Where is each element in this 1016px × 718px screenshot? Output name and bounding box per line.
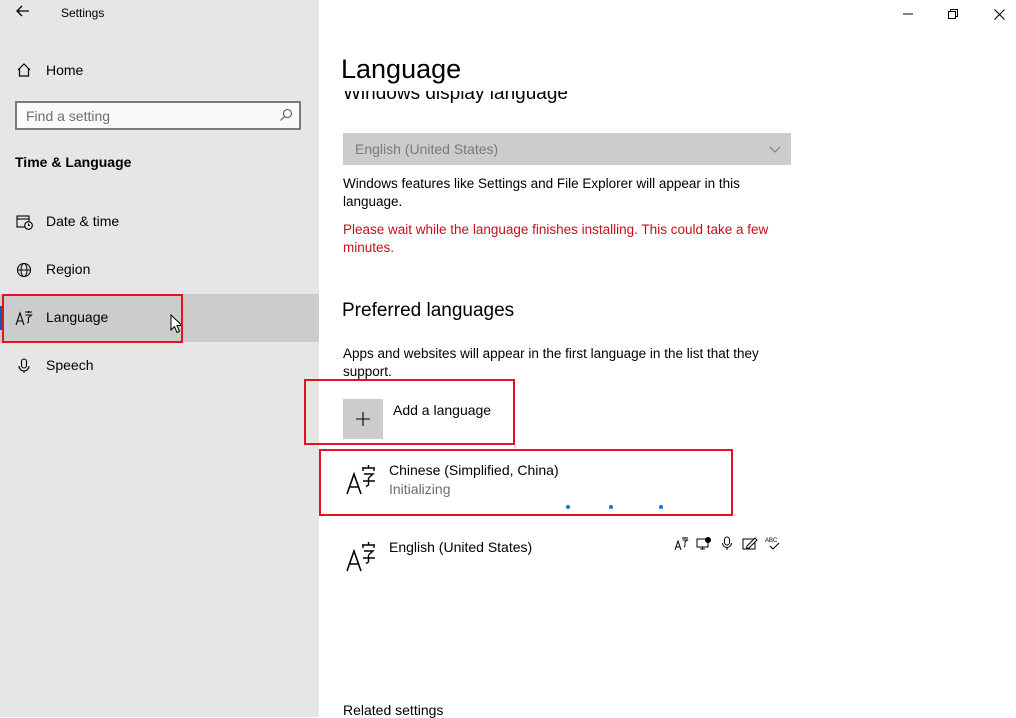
display-language-description: Windows features like Settings and File … bbox=[343, 176, 740, 209]
page-title: Language bbox=[341, 54, 462, 84]
restore-button[interactable] bbox=[930, 0, 976, 28]
display-language-heading: Windows display language bbox=[343, 91, 568, 104]
related-settings-heading: Related settings bbox=[343, 702, 444, 718]
sidebar-item-label: Date & time bbox=[46, 213, 120, 229]
progress-dot bbox=[609, 505, 613, 509]
sidebar-item-label: Region bbox=[46, 261, 91, 277]
globe-icon bbox=[15, 261, 33, 279]
add-language-button[interactable]: Add a language bbox=[343, 399, 543, 439]
minimize-icon bbox=[903, 13, 913, 15]
speech-recognition-icon bbox=[719, 535, 735, 551]
back-arrow-icon bbox=[16, 5, 29, 17]
language-item-english[interactable]: English (United States) ABC bbox=[343, 535, 793, 595]
close-button[interactable] bbox=[976, 0, 1016, 28]
sidebar-item-home[interactable]: Home bbox=[0, 54, 319, 86]
chevron-down-icon bbox=[769, 146, 781, 153]
plus-icon bbox=[356, 412, 370, 426]
language-icon bbox=[346, 465, 375, 495]
language-pack-icon bbox=[673, 535, 689, 551]
language-status: Initializing bbox=[389, 481, 451, 497]
restore-icon bbox=[948, 9, 958, 19]
sidebar-item-speech[interactable]: Speech bbox=[0, 342, 319, 390]
sidebar-item-label: Language bbox=[46, 309, 109, 325]
microphone-icon bbox=[15, 357, 33, 375]
preferred-languages-description: Apps and websites will appear in the fir… bbox=[343, 346, 759, 379]
search-box[interactable] bbox=[15, 101, 301, 130]
search-input[interactable] bbox=[26, 108, 276, 124]
minimize-button[interactable] bbox=[885, 0, 931, 28]
preferred-languages-heading: Preferred languages bbox=[342, 300, 515, 321]
active-indicator bbox=[0, 306, 4, 330]
mouse-cursor-icon bbox=[170, 314, 184, 334]
close-icon bbox=[993, 8, 1005, 20]
add-language-label: Add a language bbox=[393, 402, 492, 418]
sidebar-item-date-time[interactable]: Date & time bbox=[0, 198, 319, 246]
sidebar-item-language[interactable]: Language bbox=[0, 294, 319, 342]
display-language-heading-container: Windows display language bbox=[343, 91, 803, 109]
sidebar-item-label: Home bbox=[46, 62, 84, 78]
back-button[interactable] bbox=[12, 3, 34, 23]
app-title: Settings bbox=[61, 6, 105, 20]
handwriting-icon bbox=[742, 535, 758, 551]
display-language-value: English (United States) bbox=[355, 141, 499, 157]
sidebar: Settings Home Time & Language Date & tim… bbox=[0, 0, 319, 717]
language-item-chinese[interactable]: Chinese (Simplified, China) Initializing bbox=[343, 458, 793, 518]
progress-dot bbox=[659, 505, 663, 509]
section-title: Time & Language bbox=[15, 154, 132, 170]
spellcheck-abc-text: ABC bbox=[765, 538, 778, 544]
text-to-speech-icon bbox=[696, 535, 712, 551]
language-features: ABC bbox=[673, 535, 781, 551]
calendar-clock-icon bbox=[15, 213, 33, 231]
sidebar-item-region[interactable]: Region bbox=[0, 246, 319, 294]
progress-dot bbox=[566, 505, 570, 509]
language-name: English (United States) bbox=[389, 539, 533, 555]
install-warning: Please wait while the language finishes … bbox=[343, 222, 769, 255]
language-icon bbox=[346, 542, 375, 572]
display-language-dropdown[interactable]: English (United States) bbox=[343, 133, 791, 165]
language-name: Chinese (Simplified, China) bbox=[389, 462, 559, 478]
language-icon bbox=[15, 309, 33, 327]
spellcheck-icon: ABC bbox=[765, 535, 781, 551]
sidebar-item-label: Speech bbox=[46, 357, 94, 373]
add-tile bbox=[343, 399, 383, 439]
search-icon[interactable] bbox=[279, 108, 293, 122]
home-icon bbox=[15, 61, 33, 79]
